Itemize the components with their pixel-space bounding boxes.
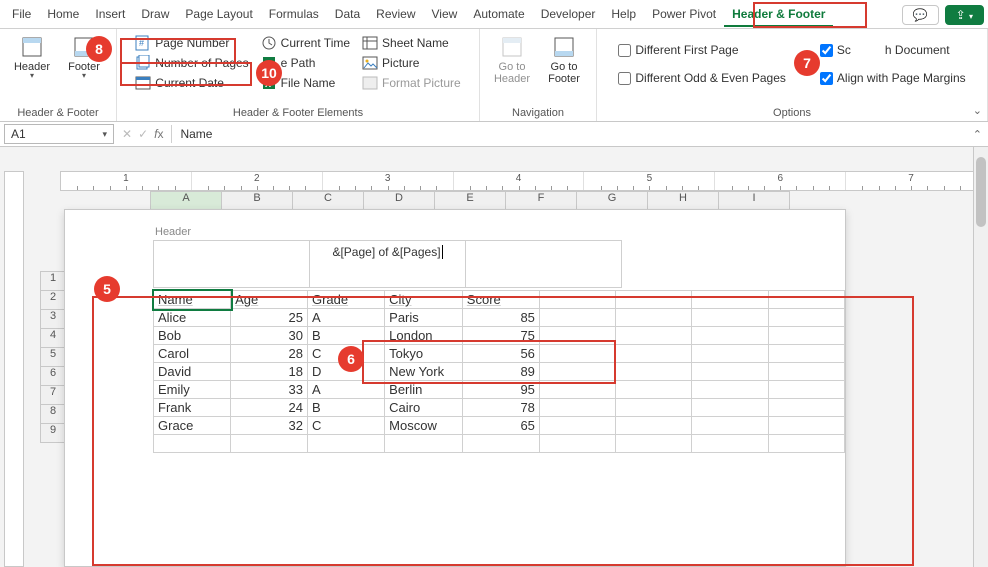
tab-page-layout[interactable]: Page Layout <box>177 3 260 27</box>
group-options: Options <box>773 105 811 119</box>
vertical-scrollbar[interactable] <box>973 147 988 567</box>
picture-button[interactable]: Picture <box>358 53 465 73</box>
row-header-3[interactable]: 3 <box>40 310 66 329</box>
row-header-1[interactable]: 1 <box>40 271 66 291</box>
column-header-G[interactable]: G <box>577 191 648 211</box>
share-button[interactable]: ⇪ ▾ <box>945 5 984 25</box>
scale-with-document-checkbox[interactable]: Sch Document <box>818 41 968 59</box>
column-header-C[interactable]: C <box>293 191 364 211</box>
column-header-D[interactable]: D <box>364 191 435 211</box>
tab-help[interactable]: Help <box>603 3 644 27</box>
tab-data[interactable]: Data <box>327 3 368 27</box>
name-box[interactable]: A1▾ <box>4 124 114 144</box>
ribbon-collapse-button[interactable]: ⌄ <box>973 104 982 117</box>
comments-button[interactable]: 💬 <box>902 5 939 25</box>
tab-draw[interactable]: Draw <box>133 3 177 27</box>
current-date-button[interactable]: Current Date <box>131 73 252 93</box>
svg-text:#: # <box>139 38 144 48</box>
row-header-5[interactable]: 5 <box>40 348 66 367</box>
goto-header-button[interactable]: Go to Header <box>488 33 536 87</box>
different-odd-even-checkbox[interactable]: Different Odd & Even Pages <box>616 69 788 87</box>
column-header-F[interactable]: F <box>506 191 577 211</box>
header-dropdown[interactable]: Header ▾ <box>8 33 56 81</box>
goto-footer-button[interactable]: Go to Footer <box>540 33 588 87</box>
tab-review[interactable]: Review <box>368 3 423 27</box>
row-header-4[interactable]: 4 <box>40 329 66 348</box>
row-header-6[interactable]: 6 <box>40 367 66 386</box>
group-hf-elements: Header & Footer Elements <box>233 105 363 119</box>
header-section-label: Header <box>155 226 191 238</box>
page-layout-paper: Header &[Page] of &[Pages] NameAgeGradeC… <box>64 209 846 567</box>
annotation-8: 8 <box>86 36 112 62</box>
header-center-section[interactable]: &[Page] of &[Pages] <box>310 240 466 288</box>
tab-power-pivot[interactable]: Power Pivot <box>644 3 724 27</box>
number-of-pages-button[interactable]: Number of Pages <box>131 53 252 73</box>
page-number-button[interactable]: # Page Number <box>131 33 252 53</box>
column-header-E[interactable]: E <box>435 191 506 211</box>
fx-icon[interactable]: fx <box>154 127 163 141</box>
tab-insert[interactable]: Insert <box>87 3 133 27</box>
horizontal-ruler: 1234567 <box>60 171 978 191</box>
group-header-footer: Header & Footer <box>17 105 98 119</box>
vertical-ruler <box>4 171 24 567</box>
annotation-7: 7 <box>794 50 820 76</box>
header-right-section[interactable] <box>466 240 622 288</box>
tab-view[interactable]: View <box>424 3 466 27</box>
annotation-6: 6 <box>338 346 364 372</box>
format-picture-button: Format Picture <box>358 73 465 93</box>
cancel-formula-icon[interactable]: ✕ <box>122 127 132 141</box>
row-header-8[interactable]: 8 <box>40 405 66 424</box>
annotation-10: 10 <box>256 60 282 86</box>
current-time-button[interactable]: Current Time <box>257 33 354 53</box>
column-header-H[interactable]: H <box>648 191 719 211</box>
formula-bar[interactable]: Name <box>171 125 966 143</box>
row-header-7[interactable]: 7 <box>40 386 66 405</box>
column-header-I[interactable]: I <box>719 191 790 211</box>
tab-header-footer[interactable]: Header & Footer <box>724 3 833 27</box>
tab-developer[interactable]: Developer <box>533 3 604 27</box>
different-first-page-checkbox[interactable]: Different First Page <box>616 41 788 59</box>
annotation-5: 5 <box>94 276 120 302</box>
spreadsheet-grid[interactable]: NameAgeGradeCityScoreAlice25AParis85Bob3… <box>153 290 845 453</box>
row-header-9[interactable]: 9 <box>40 424 66 443</box>
enter-formula-icon[interactable]: ✓ <box>138 127 148 141</box>
align-with-margins-checkbox[interactable]: Align with Page Margins <box>818 69 968 87</box>
column-header-B[interactable]: B <box>222 191 293 211</box>
tab-file[interactable]: File <box>4 3 39 27</box>
tab-formulas[interactable]: Formulas <box>261 3 327 27</box>
row-header-2[interactable]: 2 <box>40 291 66 310</box>
group-navigation: Navigation <box>512 105 564 119</box>
tab-automate[interactable]: Automate <box>465 3 532 27</box>
header-left-section[interactable] <box>153 240 310 288</box>
tab-home[interactable]: Home <box>39 3 87 27</box>
formula-bar-collapse[interactable]: ⌃ <box>967 128 988 141</box>
sheet-name-button[interactable]: Sheet Name <box>358 33 465 53</box>
